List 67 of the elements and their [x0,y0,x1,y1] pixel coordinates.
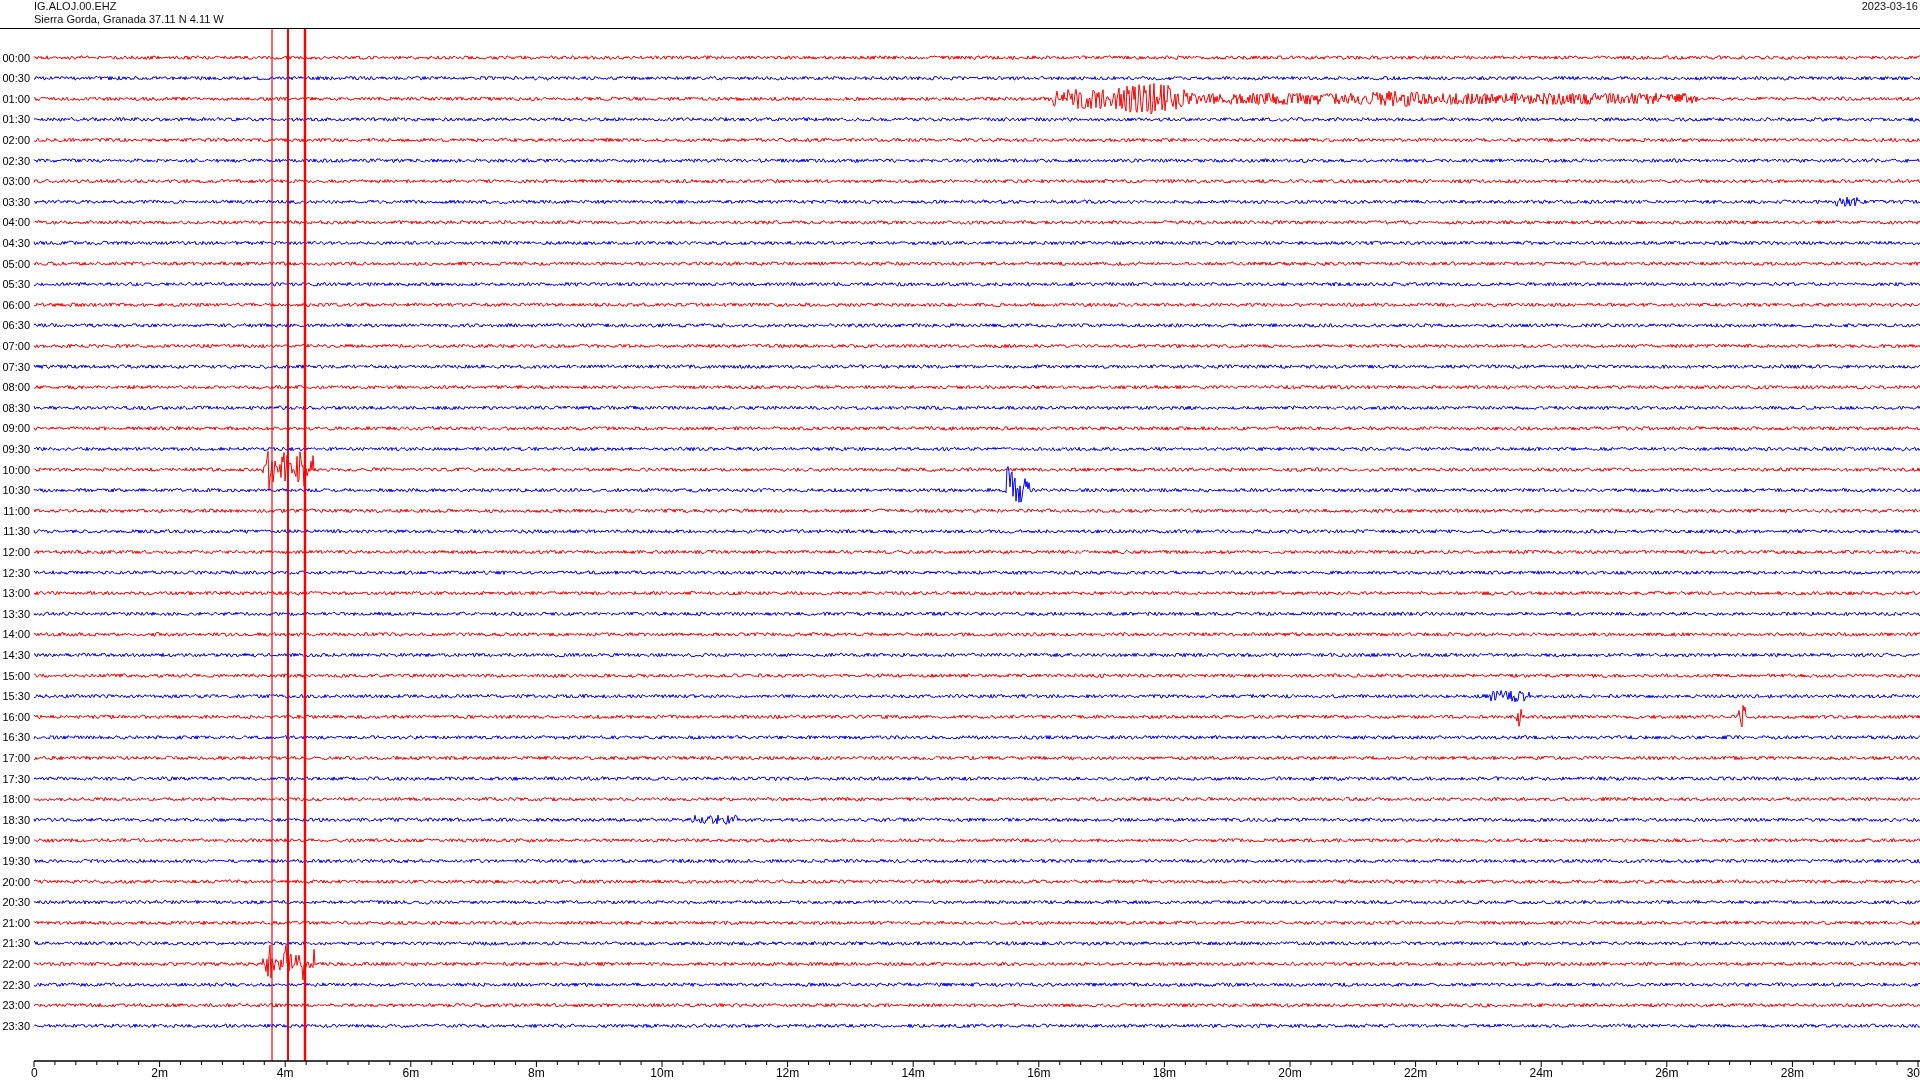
time-label: 14:00 [2,628,30,641]
tick-label: 16m [1027,1066,1051,1079]
tick-label: 24m [1529,1066,1553,1079]
time-label: 15:30 [2,690,30,703]
time-label: 19:00 [2,834,30,847]
time-label: 19:30 [2,855,30,867]
time-label: 04:00 [2,216,30,229]
time-label: 00:00 [2,51,30,64]
time-label: 12:00 [2,546,30,558]
tick-label: 2m [151,1066,168,1079]
time-label: 00:30 [2,72,30,85]
time-label: 03:30 [2,195,30,208]
time-label: 11:00 [3,504,30,517]
time-label: 13:30 [2,607,30,620]
tick-label: 14m [901,1066,925,1079]
tick-label: 0 [31,1066,38,1079]
time-label: 09:30 [2,443,30,455]
time-label: 10:30 [2,484,30,497]
tick-label: 8m [528,1066,545,1079]
station-location: Sierra Gorda, Granada 37.11 N 4.11 W [34,13,224,26]
time-label: 23:00 [2,999,30,1012]
time-label: 20:00 [2,875,30,888]
time-label: 13:00 [2,587,30,600]
tick-label: 20m [1278,1066,1302,1079]
tick-label: 28m [1780,1066,1805,1079]
tick-label: 26m [1655,1066,1679,1079]
time-label: 02:00 [2,134,30,146]
time-label: 08:30 [2,401,30,414]
tick-label: 22m [1403,1066,1428,1079]
time-label: 16:00 [2,710,30,723]
tick-label: 6m [402,1066,420,1079]
time-label: 21:30 [2,937,30,950]
tick-label: 10m [650,1066,674,1079]
time-label: 18:00 [2,793,30,806]
time-label: 09:00 [2,422,30,435]
time-label: 12:30 [2,566,30,579]
tick-label: 4m [276,1066,294,1079]
time-label: 20:30 [2,896,30,909]
time-label: 14:30 [2,649,30,661]
time-label: 04:30 [2,237,30,249]
time-label: 06:30 [2,319,30,332]
time-label: 17:30 [2,772,30,785]
tick-label: 30 [1906,1066,1920,1079]
time-label: 05:00 [2,257,30,270]
time-label: 15:00 [2,669,30,682]
tick-label: 12m [775,1066,800,1079]
date-label: 2023-03-16 [1861,0,1919,13]
time-label: 05:30 [2,278,30,291]
time-label: 23:30 [2,1019,30,1032]
time-label: 01:30 [2,113,30,126]
time-label: 02:30 [2,154,30,167]
time-label: 22:30 [2,978,30,991]
time-label: 11:30 [3,525,30,538]
time-label: 18:30 [2,813,30,826]
time-label: 01:00 [2,92,30,105]
tick-label: 18m [1152,1066,1177,1079]
time-label: 21:00 [2,916,30,929]
time-label: 10:00 [2,463,30,476]
time-label: 03:00 [2,175,30,188]
time-label: 17:00 [2,752,30,764]
time-label: 07:30 [2,360,30,373]
time-label: 22:00 [2,958,30,970]
time-label: 06:00 [2,298,30,311]
time-label: 08:00 [2,381,30,394]
channel-code: IG.ALOJ.00.EHZ [34,0,118,13]
time-label: 07:00 [2,340,30,352]
time-label: 16:30 [2,731,30,744]
